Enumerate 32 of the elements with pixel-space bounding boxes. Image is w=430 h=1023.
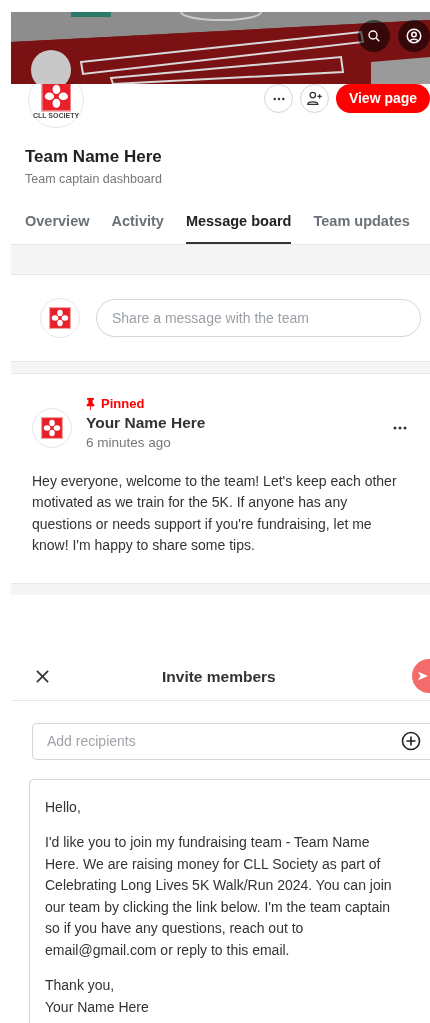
search-button[interactable]: [358, 20, 390, 52]
team-name: Team Name Here: [25, 146, 163, 168]
tab[interactable]: Overview: [25, 200, 90, 244]
flower-icon: [41, 417, 63, 440]
author-name: Your Name Here: [86, 412, 207, 433]
team-subtitle: Team captain dashboard: [25, 171, 163, 188]
pinned-label: Pinned: [101, 395, 145, 412]
close-icon: [35, 669, 49, 683]
account-button[interactable]: [398, 20, 430, 52]
message-area[interactable]: [29, 778, 430, 1023]
more-icon: [272, 96, 285, 101]
tab[interactable]: Activity: [111, 200, 164, 244]
more-icon: [393, 426, 407, 431]
close-button[interactable]: [34, 668, 50, 685]
add-icon: [401, 730, 421, 751]
message-text: I'd like you to join my fundraising team - Team Name Here. We are raising money for CLL Society as part of Celebrating Long Lives 5K Walk/Run 2024. You can join our team by clicking the link below. I'm the team captain so if you have any questions, reach out to email@gmail.com or reply to this email.: [45, 833, 393, 960]
message-text: Your Name Here: [45, 997, 150, 1017]
view-page-button[interactable]: View page: [336, 84, 430, 113]
tab[interactable]: Team updates: [313, 200, 410, 244]
message-text: Thank you,: [45, 976, 116, 996]
search-icon: [366, 28, 382, 44]
post-time: 6 minutes ago: [86, 433, 172, 452]
message-field[interactable]: Share a message with the team: [96, 298, 421, 337]
tab[interactable]: Message board: [185, 200, 292, 244]
recipients-field[interactable]: Add recipients: [32, 722, 430, 760]
account-icon: [405, 27, 423, 45]
modal-title: Invite members: [162, 666, 276, 687]
message-text: Hello,: [45, 797, 82, 817]
flower-icon: [49, 306, 71, 329]
add-person-icon: [306, 90, 323, 107]
post-text: Hey everyone, welcome to the team! Let's keep each other motivated as we train for the 5K. If anyone has any questions or needs support if you're fundraising, let me know! I'm happy to share some tips.: [32, 471, 398, 556]
send-icon: [418, 670, 428, 681]
